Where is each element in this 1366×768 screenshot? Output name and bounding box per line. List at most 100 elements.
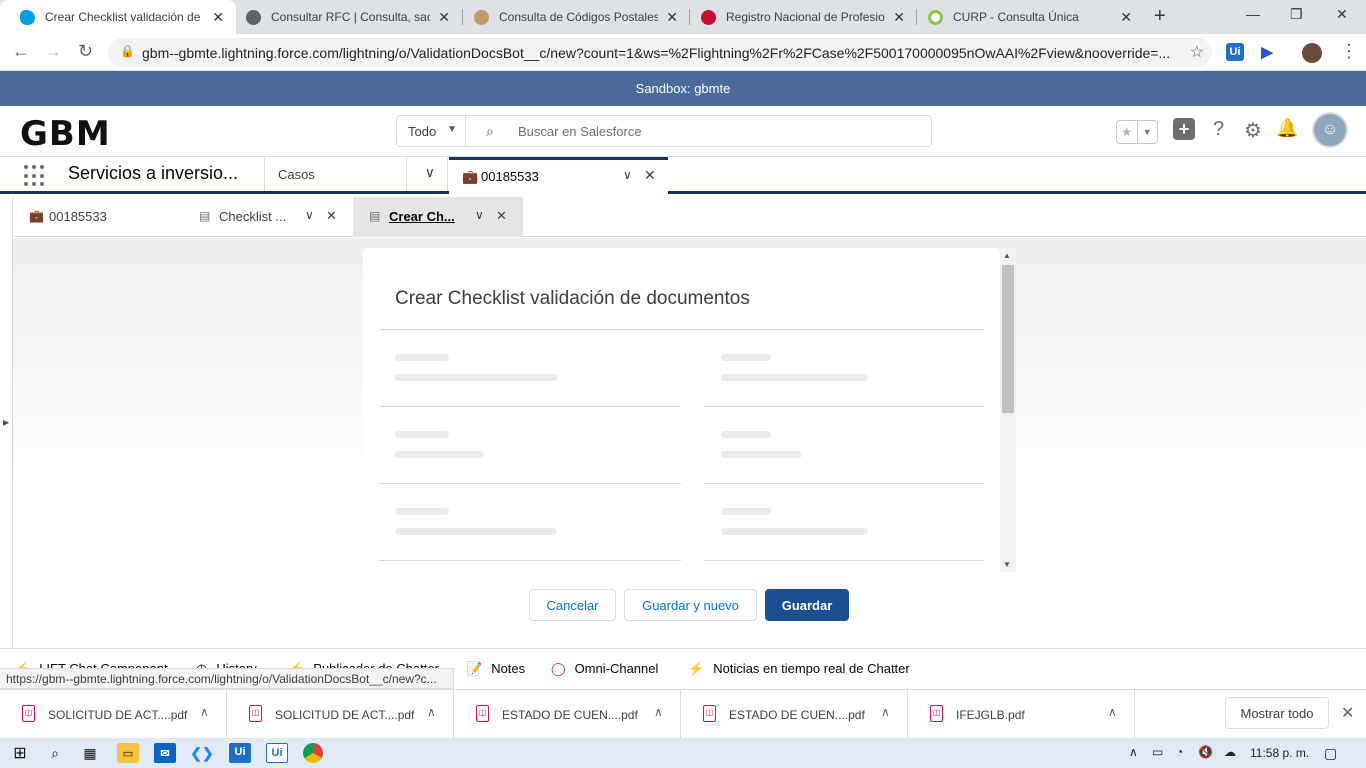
- save-and-new-button[interactable]: Guardar y nuevo: [624, 589, 757, 621]
- new-record-modal: Crear Checklist validación de documentos: [363, 248, 1000, 572]
- uipath-extension-icon[interactable]: Ui: [1226, 43, 1244, 61]
- forward-arrow-icon[interactable]: →: [44, 41, 62, 62]
- subtab-checklist[interactable]: ▤ Checklist ... ∨ ✕: [183, 197, 353, 237]
- close-icon[interactable]: ✕: [893, 9, 905, 26]
- close-icon[interactable]: ✕: [644, 167, 656, 184]
- browser-tab-3[interactable]: Consulta de Códigos Postales ✕: [454, 0, 690, 34]
- object-nav-selector[interactable]: Casos ∨: [264, 157, 448, 191]
- chevron-down-icon[interactable]: ∨: [623, 168, 632, 182]
- caret-down-icon[interactable]: ▼: [1136, 121, 1158, 143]
- field-divider: [704, 406, 984, 407]
- search-icon[interactable]: ⌕: [44, 743, 66, 763]
- download-item[interactable]: ◫ ESTADO DE CUEN....pdf ∧: [681, 690, 908, 739]
- cancel-button[interactable]: Cancelar: [529, 589, 616, 621]
- chevron-down-icon[interactable]: ∨: [475, 208, 484, 222]
- browser-tab-5[interactable]: CURP - Consulta Única ✕: [908, 0, 1144, 34]
- minimize-button[interactable]: —: [1246, 6, 1260, 22]
- chevron-down-icon[interactable]: ∨: [425, 164, 435, 181]
- scroll-up-icon[interactable]: ▲: [1003, 251, 1011, 260]
- utility-item-chatter-feed[interactable]: ⚡ Noticias en tiempo real de Chatter: [688, 661, 910, 677]
- expand-panel-icon[interactable]: ▶: [3, 418, 9, 427]
- global-actions-add-icon[interactable]: +: [1173, 118, 1195, 140]
- battery-icon[interactable]: ▭: [1152, 745, 1163, 759]
- reload-icon[interactable]: ↻: [78, 41, 93, 62]
- notifications-bell-icon[interactable]: 🔔: [1276, 118, 1298, 139]
- field-divider: [379, 483, 681, 484]
- close-icon[interactable]: ✕: [212, 9, 224, 26]
- volume-muted-icon[interactable]: 🔇: [1198, 745, 1213, 759]
- workspace-tab-case[interactable]: 💼 00185533 ∨ ✕: [449, 157, 668, 194]
- play-extension-icon[interactable]: ▶: [1258, 43, 1276, 61]
- chevron-down-icon[interactable]: ∨: [305, 208, 314, 222]
- close-icon[interactable]: ✕: [326, 208, 337, 224]
- onedrive-cloud-icon[interactable]: ☁: [1224, 745, 1236, 759]
- chrome-icon[interactable]: [303, 743, 323, 763]
- user-avatar[interactable]: ☺: [1312, 112, 1348, 148]
- utility-item-notes[interactable]: 📝 Notes: [466, 661, 525, 677]
- kebab-menu-icon[interactable]: ⋮: [1340, 41, 1358, 62]
- sandbox-banner: Sandbox: gbmte: [0, 71, 1366, 106]
- download-item[interactable]: ◫ SOLICITUD DE ACT....pdf ∧: [227, 690, 454, 739]
- vscode-icon[interactable]: ❮❯: [190, 743, 213, 763]
- close-icon[interactable]: ✕: [496, 208, 507, 224]
- modal-scrollbar[interactable]: ▲ ▼: [1000, 248, 1016, 572]
- global-search-input[interactable]: ⌕ Buscar en Salesforce: [466, 115, 932, 147]
- wifi-icon[interactable]: ◔: [1176, 745, 1183, 759]
- utility-item-omni-channel[interactable]: ◯ Omni-Channel: [551, 661, 658, 677]
- new-tab-button[interactable]: +: [1154, 5, 1166, 28]
- close-icon[interactable]: ✕: [666, 9, 678, 26]
- scroll-down-icon[interactable]: ▼: [1003, 560, 1011, 569]
- gbm-logo[interactable]: GBM: [20, 114, 111, 154]
- taskbar-clock[interactable]: 11:58 p. m.: [1250, 746, 1309, 760]
- chevron-up-icon[interactable]: ∧: [427, 705, 436, 719]
- scrollbar-thumb[interactable]: [1002, 265, 1014, 413]
- save-button[interactable]: Guardar: [765, 589, 849, 621]
- setup-gear-icon[interactable]: ⚙: [1244, 118, 1262, 143]
- chevron-up-icon[interactable]: ∧: [881, 705, 890, 719]
- briefcase-icon: 💼: [29, 209, 44, 223]
- subtab-crear-checklist[interactable]: ▤ Crear Ch... ∨ ✕: [353, 197, 523, 237]
- close-icon[interactable]: ✕: [1120, 9, 1132, 26]
- close-icon[interactable]: ✕: [438, 9, 450, 26]
- app-name: Servicios a inversio...: [68, 163, 239, 183]
- restore-button[interactable]: ❐: [1290, 6, 1303, 23]
- action-center-icon[interactable]: ▢: [1324, 745, 1337, 762]
- chevron-up-icon[interactable]: ∧: [200, 705, 209, 719]
- help-icon[interactable]: ?: [1213, 118, 1224, 141]
- pdf-file-icon: ◫: [22, 705, 35, 722]
- uipath-studio-icon[interactable]: Ui: [229, 743, 251, 763]
- chevron-up-icon[interactable]: ∧: [1129, 745, 1138, 759]
- task-view-icon[interactable]: ▦: [79, 743, 101, 763]
- browser-tab-strip: Crear Checklist validación de d ✕ Consul…: [0, 0, 1366, 34]
- globe-icon: [246, 9, 261, 25]
- close-window-button[interactable]: ✕: [1336, 6, 1348, 23]
- chevron-up-icon[interactable]: ∧: [654, 705, 663, 719]
- download-item[interactable]: ◫ IFEJGLB.pdf ∧: [908, 690, 1135, 739]
- bookmark-star-icon[interactable]: ☆: [1190, 42, 1204, 62]
- windows-start-icon[interactable]: ⊞: [9, 743, 31, 763]
- favorites-button[interactable]: ★ ▼: [1116, 120, 1158, 144]
- field-label-placeholder: [721, 354, 771, 361]
- salesforce-cloud-icon: [20, 9, 35, 25]
- download-item[interactable]: ◫ SOLICITUD DE ACT....pdf ∧: [0, 690, 227, 739]
- browser-tab-2[interactable]: Consultar RFC | Consulta, saca ✕: [226, 0, 462, 34]
- search-scope-select[interactable]: Todo ▼: [396, 115, 466, 147]
- outlook-mail-icon[interactable]: ✉: [154, 743, 176, 763]
- lock-icon[interactable]: 🔒: [120, 44, 135, 58]
- close-icon[interactable]: ✕: [1341, 703, 1354, 723]
- show-all-downloads-button[interactable]: Mostrar todo: [1225, 697, 1329, 729]
- browser-tab-4[interactable]: Registro Nacional de Profesion ✕: [681, 0, 917, 34]
- chevron-up-icon[interactable]: ∧: [1108, 705, 1117, 719]
- subtab-case[interactable]: 💼 00185533: [13, 197, 183, 237]
- star-icon[interactable]: ★: [1117, 121, 1137, 143]
- pdf-file-icon: ◫: [476, 705, 489, 722]
- browser-tab-1[interactable]: Crear Checklist validación de d ✕: [0, 0, 236, 34]
- uipath-assistant-icon[interactable]: Ui: [266, 743, 288, 763]
- download-item[interactable]: ◫ ESTADO DE CUEN....pdf ∧: [454, 690, 681, 739]
- profile-avatar-icon[interactable]: [1302, 43, 1322, 63]
- browser-tab-title: CURP - Consulta Única: [953, 10, 1079, 24]
- file-explorer-icon[interactable]: ▭: [117, 743, 139, 763]
- back-arrow-icon[interactable]: ←: [12, 41, 30, 62]
- url-input[interactable]: 🔒 gbm--gbmte.lightning.force.com/lightni…: [108, 38, 1212, 67]
- app-launcher-icon[interactable]: [24, 165, 46, 187]
